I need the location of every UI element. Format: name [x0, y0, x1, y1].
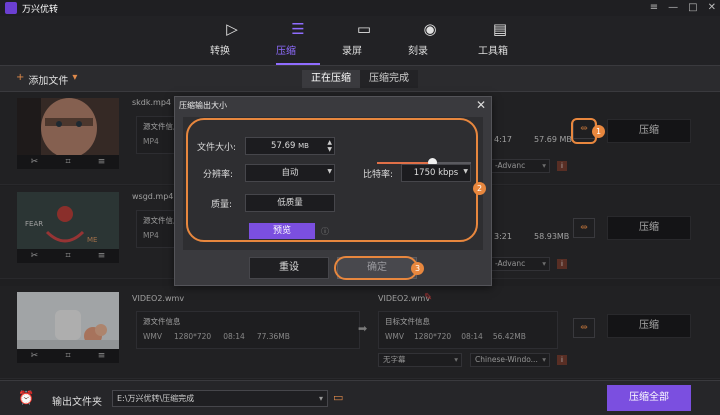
clock-icon[interactable]: ⏰: [18, 391, 34, 406]
folder-icon[interactable]: ▭: [333, 391, 343, 404]
dialog-title: 压缩输出大小: [179, 101, 227, 110]
plus-icon: +: [16, 72, 25, 83]
reset-button[interactable]: 重设: [249, 257, 329, 279]
highlight-ok-button: [334, 256, 418, 280]
tab-convert[interactable]: ▷ 转换: [210, 18, 254, 57]
toolbar: + 添加文件 ▾ 正在压缩 压缩完成: [0, 66, 720, 92]
step-badge: 1: [592, 125, 605, 138]
app-logo: [5, 2, 17, 14]
tab-label: 录屏: [342, 46, 362, 57]
tab-compressed[interactable]: 压缩完成: [360, 70, 418, 88]
add-file-button[interactable]: + 添加文件 ▾: [16, 72, 77, 87]
tab-compress[interactable]: ☰ 压缩: [276, 18, 320, 65]
close-icon[interactable]: ✕: [476, 98, 486, 112]
window-controls: ≡ — □ ✕: [650, 2, 716, 13]
tab-label: 压缩: [276, 46, 296, 57]
app-title: 万兴优转: [22, 4, 59, 15]
add-file-label: 添加文件: [28, 76, 69, 87]
main-nav: ▷ 转换 ☰ 压缩 ▭ 录屏 ◉ 刻录 ▤ 工具箱: [0, 16, 720, 66]
toolbox-icon: ▤: [492, 20, 508, 38]
maximize-icon[interactable]: □: [688, 2, 697, 13]
tab-toolbox[interactable]: ▤ 工具箱: [478, 18, 522, 57]
compress-all-button[interactable]: 压缩全部: [607, 385, 691, 411]
app-window: 万兴优转 ≡ — □ ✕ ▷ 转换 ☰ 压缩 ▭ 录屏 ◉ 刻录 ▤ 工具箱 + 添加文件…: [0, 0, 720, 415]
step-badge: 2: [473, 182, 486, 195]
close-icon[interactable]: ✕: [708, 2, 716, 13]
compress-icon: ☰: [291, 20, 305, 38]
play-circle-icon: ▷: [226, 20, 238, 38]
burn-disc-icon: ◉: [423, 20, 437, 38]
status-tabs: 正在压缩 压缩完成: [302, 70, 418, 88]
tab-screen-record[interactable]: ▭ 录屏: [342, 18, 386, 57]
minimize-icon[interactable]: —: [668, 2, 678, 13]
highlight-settings: [186, 118, 478, 242]
menu-icon[interactable]: ≡: [650, 2, 658, 13]
title-bar: 万兴优转 ≡ — □ ✕: [0, 0, 720, 16]
screen-record-icon: ▭: [356, 20, 372, 38]
bottom-bar: ⏰ 输出文件夹 E:\万兴优转\压缩完成 ▭ 压缩全部: [0, 380, 720, 415]
output-folder-path: E:\万兴优转\压缩完成: [117, 394, 195, 403]
step-badge: 3: [411, 262, 424, 275]
tab-label: 工具箱: [478, 46, 508, 57]
chevron-down-icon[interactable]: ▾: [72, 72, 77, 87]
tab-label: 转换: [210, 46, 230, 57]
tab-label: 刻录: [408, 46, 428, 57]
tab-burn[interactable]: ◉ 刻录: [408, 18, 452, 57]
tab-compressing[interactable]: 正在压缩: [302, 70, 360, 88]
output-folder-select[interactable]: E:\万兴优转\压缩完成: [112, 390, 328, 407]
output-folder-label: 输出文件夹: [52, 397, 102, 408]
